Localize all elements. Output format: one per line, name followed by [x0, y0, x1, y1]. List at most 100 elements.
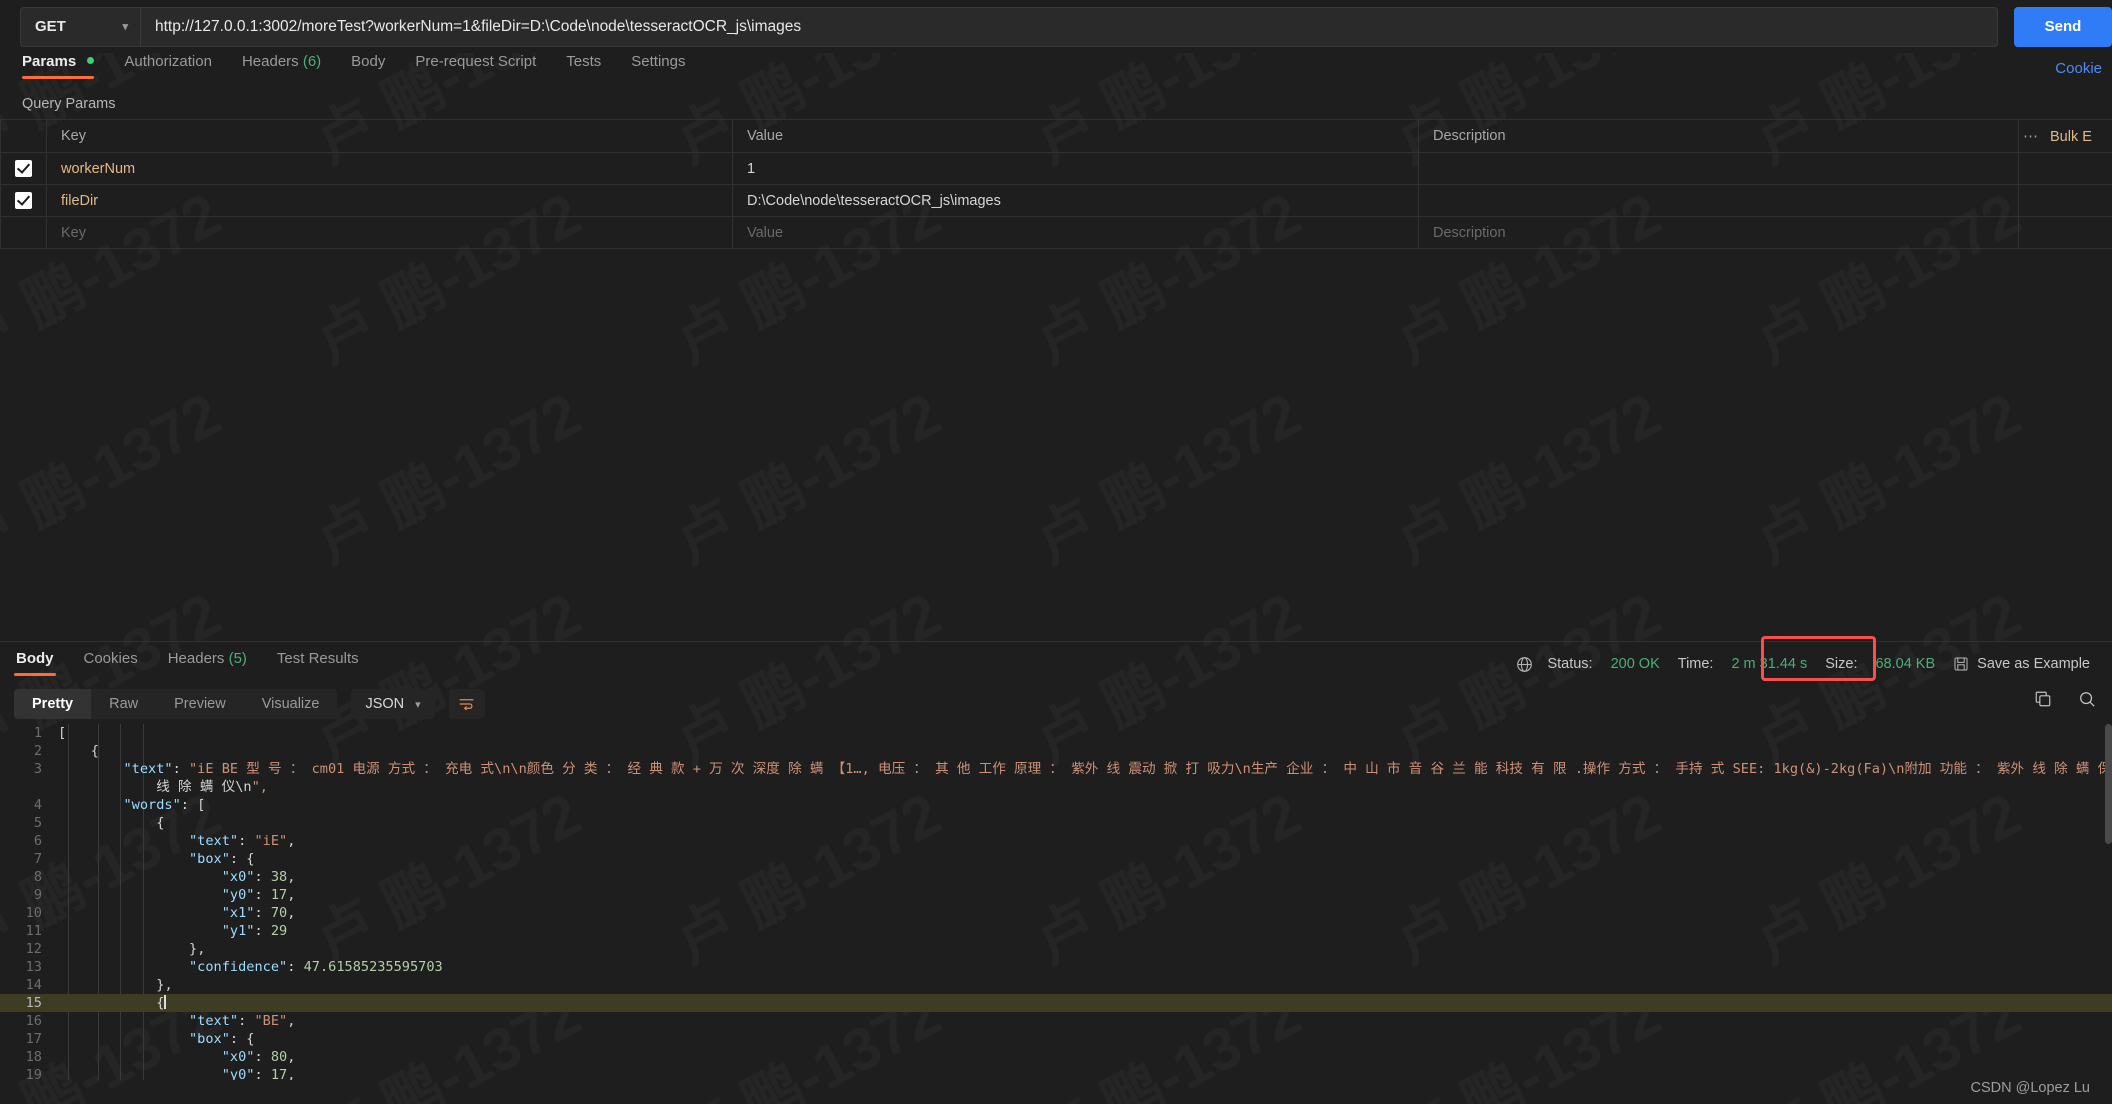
tab-pre-request-script-label: Pre-request Script [415, 53, 537, 70]
globe-icon[interactable] [1516, 656, 1533, 673]
row-key[interactable]: fileDir [46, 184, 733, 217]
response-tab-test-results[interactable]: Test Results [275, 650, 361, 676]
time-label: Time: [1677, 656, 1714, 672]
tab-params[interactable]: Params [22, 53, 95, 79]
tab-authorization-label: Authorization [124, 53, 212, 70]
row-checkbox-cell[interactable] [0, 216, 47, 249]
line-number: 5 [33, 815, 42, 831]
format-tab-visualize[interactable]: Visualize [244, 689, 338, 719]
line-number: 15 [25, 995, 42, 1011]
vertical-scrollbar[interactable] [2105, 724, 2112, 844]
tab-body-label: Body [351, 53, 386, 70]
http-method-selector[interactable]: GET ▾ [20, 6, 140, 47]
line-number: 16 [25, 1013, 42, 1029]
line-number: 19 [25, 1067, 42, 1080]
tab-params-label: Params [22, 53, 77, 70]
code-line: 13 "confidence": 47.61585235595703 [0, 958, 2112, 976]
bulk-edit-label[interactable]: Bulk E [2050, 129, 2092, 145]
row-checkbox[interactable] [15, 192, 32, 209]
search-button[interactable] [2078, 690, 2096, 713]
new-param-description-input[interactable]: Description [1418, 216, 2019, 249]
row-checkbox-cell[interactable] [0, 184, 47, 217]
wrap-lines-button[interactable] [448, 689, 485, 719]
watermark-text: 卢 鹏-1372 [1017, 367, 1314, 580]
watermark-text: 卢 鹏-1372 [1377, 367, 1674, 580]
code-line: 2 { [0, 742, 2112, 760]
watermark-text: 卢 鹏-1372 [1737, 367, 2034, 580]
tab-settings[interactable]: Settings [631, 53, 685, 79]
new-param-key-input[interactable]: Key [46, 216, 733, 249]
line-number: 1 [33, 725, 42, 741]
ellipsis-icon[interactable]: ⋯ [2023, 128, 2040, 145]
send-button[interactable]: Send [2014, 6, 2112, 47]
wrap-lines-icon [459, 699, 474, 711]
row-value[interactable]: 1 [732, 152, 1419, 185]
table-row[interactable]: workerNum 1 [0, 152, 2112, 185]
tab-pre-request-script[interactable]: Pre-request Script [415, 53, 536, 79]
tab-authorization[interactable]: Authorization [124, 53, 212, 79]
row-checkbox-cell[interactable] [0, 152, 47, 185]
row-checkbox[interactable] [15, 160, 32, 177]
response-actions [2034, 690, 2096, 713]
watermark-text: 卢 鹏-1372 [0, 367, 234, 580]
code-line: 15 { [0, 994, 2112, 1012]
response-format-toolbar: Pretty Raw Preview Visualize JSON ▾ [14, 688, 485, 720]
format-tab-pretty[interactable]: Pretty [14, 689, 92, 719]
response-divider [0, 641, 2112, 642]
csdn-watermark: CSDN @Lopez Lu [1970, 1080, 2091, 1096]
header-key: Key [46, 119, 733, 153]
new-param-value-input[interactable]: Value [732, 216, 1419, 249]
response-language-selector[interactable]: JSON ▾ [351, 689, 435, 719]
response-body-code-viewer[interactable]: 1[2 {3 "text": "iE BE 型 号 ： cm01 电源 方式 ：… [0, 724, 2112, 1080]
line-number: 4 [33, 797, 42, 813]
row-actions [2018, 184, 2112, 217]
bulk-edit-cell[interactable]: ⋯ Bulk E [2018, 119, 2112, 153]
code-line: 9 "y0": 17, [0, 886, 2112, 904]
response-tab-headers[interactable]: Headers (5) [166, 650, 249, 676]
code-line: 6 "text": "iE", [0, 832, 2112, 850]
header-checkbox-cell [0, 119, 47, 153]
response-tab-headers-label: Headers [167, 650, 225, 667]
code-line: 19 "y0": 17, [0, 1066, 2112, 1080]
code-line: 17 "box": { [0, 1030, 2112, 1048]
code-line: 4 "words": [ [0, 796, 2112, 814]
response-tab-body[interactable]: Body [14, 650, 56, 676]
tab-tests[interactable]: Tests [566, 53, 601, 79]
tab-body[interactable]: Body [351, 53, 385, 79]
time-value: 2 m 31.44 s [1731, 656, 1808, 672]
watermark-text: 卢 鹏-1372 [297, 367, 594, 580]
save-as-example-button[interactable]: Save as Example [1953, 656, 2090, 672]
tab-settings-label: Settings [631, 53, 686, 70]
header-value: Value [732, 119, 1419, 153]
row-value[interactable]: D:\Code\node\tesseractOCR_js\images [732, 184, 1419, 217]
response-tab-cookies[interactable]: Cookies [82, 650, 140, 676]
table-row[interactable]: fileDir D:\Code\node\tesseractOCR_js\imag… [0, 184, 2112, 217]
line-number: 6 [33, 833, 42, 849]
size-label: Size: [1825, 656, 1858, 672]
response-meta-bar: Status: 200 OK Time: 2 m 31.44 s Size: 6… [1516, 650, 2090, 678]
table-header-row: Key Value Description ⋯ Bulk E [0, 119, 2112, 153]
tab-tests-label: Tests [566, 53, 602, 70]
code-line: 16 "text": "BE", [0, 1012, 2112, 1030]
response-tab-headers-count: (5) [228, 650, 247, 667]
status-value: 200 OK [1610, 656, 1660, 672]
table-row-placeholder[interactable]: Key Value Description [0, 216, 2112, 249]
line-number: 11 [25, 923, 42, 939]
status-label: Status: [1547, 656, 1593, 672]
line-number: 7 [33, 851, 42, 867]
row-key[interactable]: workerNum [46, 152, 733, 185]
code-line: 1[ [0, 724, 2112, 742]
format-tab-raw[interactable]: Raw [91, 689, 156, 719]
line-number: 12 [25, 941, 42, 957]
code-line: 8 "x0": 38, [0, 868, 2112, 886]
row-description[interactable] [1418, 184, 2019, 217]
cookies-link[interactable]: Cookie [2055, 60, 2102, 77]
line-number: 2 [33, 743, 42, 759]
copy-button[interactable] [2034, 690, 2052, 713]
tab-headers[interactable]: Headers (6) [242, 53, 321, 79]
chevron-down-icon: ▾ [415, 698, 421, 711]
row-description[interactable] [1418, 152, 2019, 185]
request-url-input[interactable] [140, 6, 1998, 47]
watermark-text: 卢 鹏-1372 [2097, 367, 2112, 580]
format-tab-preview[interactable]: Preview [156, 689, 244, 719]
